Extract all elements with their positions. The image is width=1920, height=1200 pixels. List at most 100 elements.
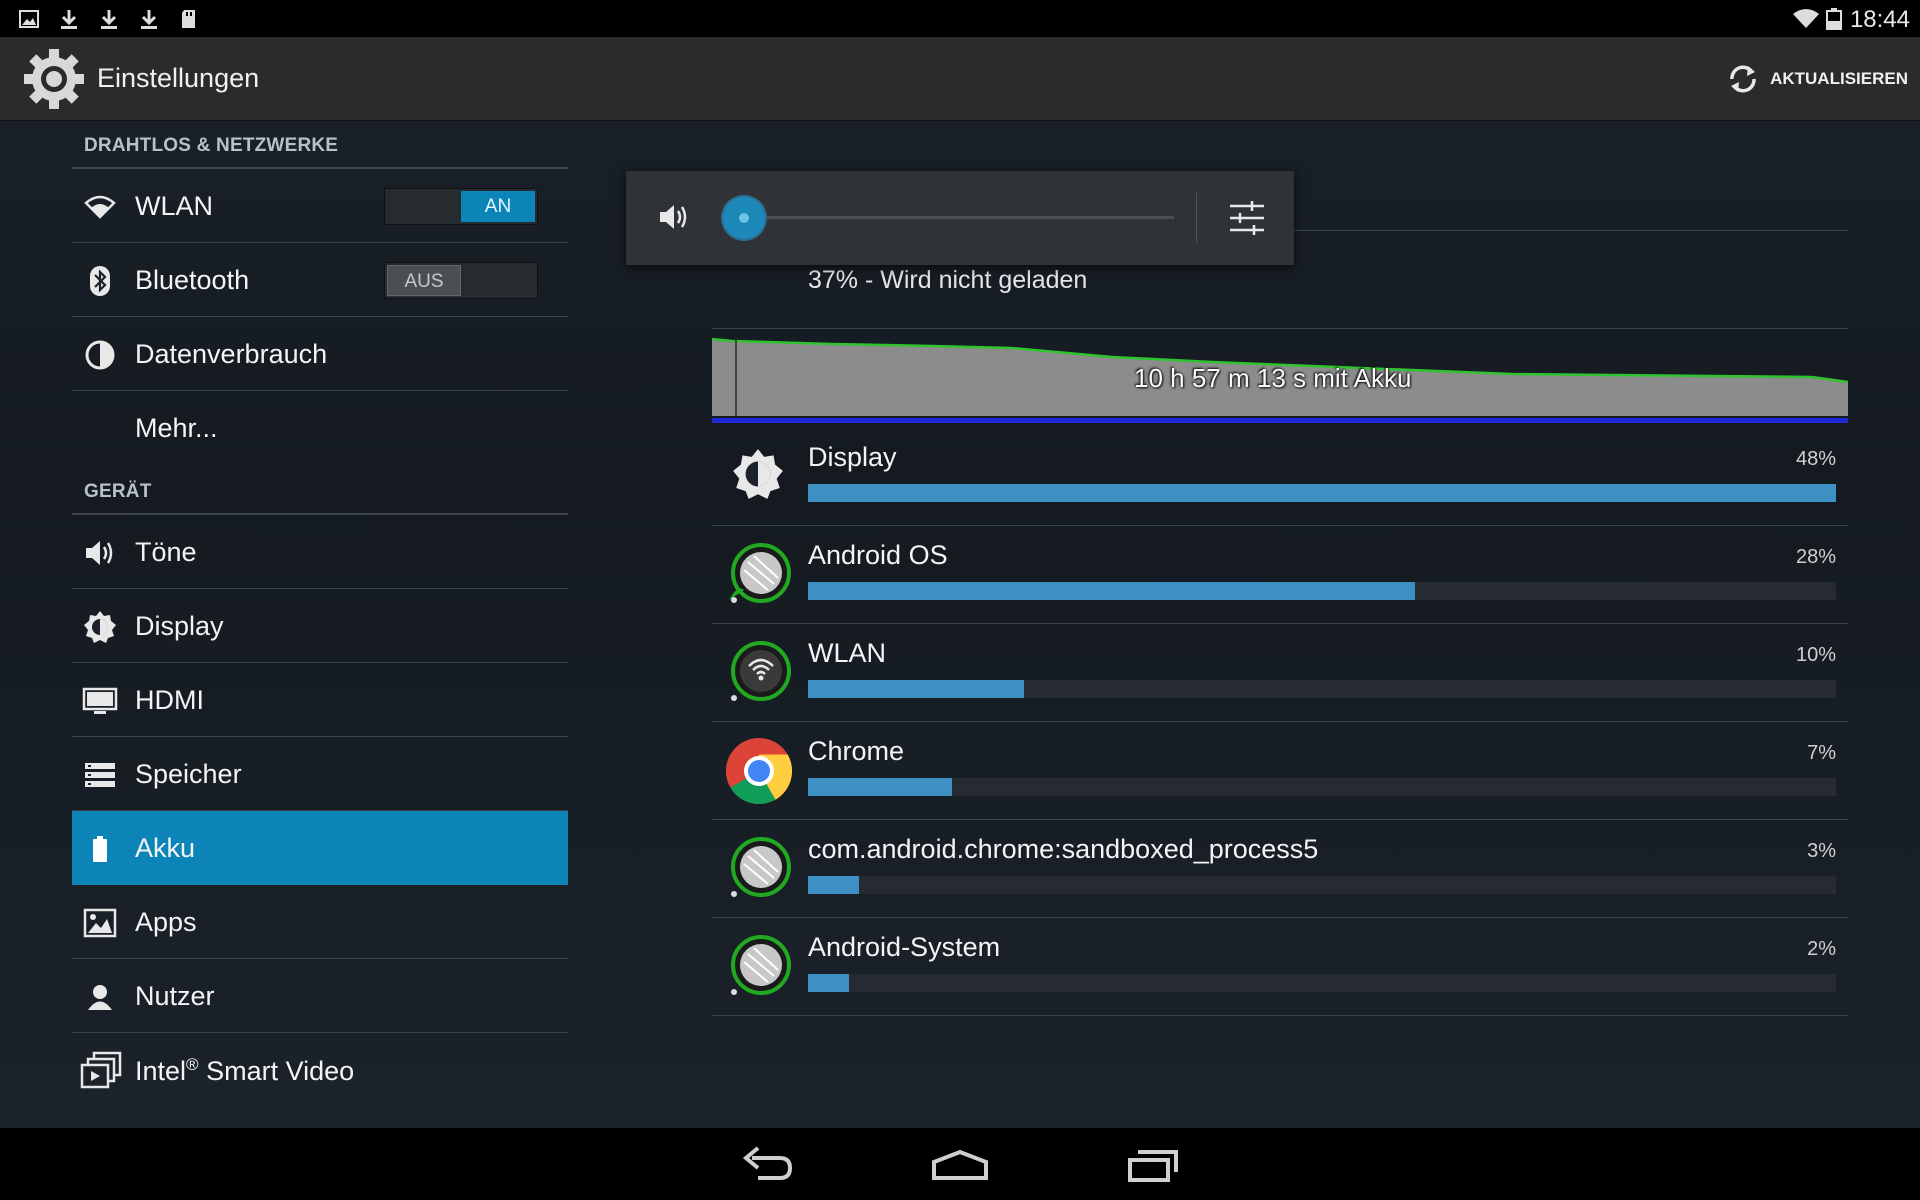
volume-divider (1196, 193, 1197, 243)
sidebar-item-display[interactable]: Display (72, 589, 568, 663)
wlan-app-icon (731, 641, 791, 701)
recent-apps-icon[interactable] (1124, 1140, 1184, 1188)
storage-icon (85, 763, 115, 787)
section-header-device: GERÄT (84, 481, 152, 502)
sidebar-item-apps[interactable]: Apps (72, 885, 568, 959)
toggle-state: AUS (387, 265, 461, 296)
sd-card-icon (182, 10, 195, 28)
sidebar-item-storage[interactable]: Speicher (72, 737, 568, 811)
usage-row-wlan[interactable]: WLAN 10% (712, 624, 1848, 722)
home-icon[interactable] (930, 1140, 990, 1188)
usage-row-android-system[interactable]: Android-System 2% (712, 918, 1848, 1016)
speaker-icon[interactable] (656, 199, 692, 235)
usage-bar (808, 680, 1024, 698)
brightness-icon (84, 611, 116, 643)
usage-bar-track (808, 582, 1836, 600)
section-header-wireless: DRAHTLOS & NETZWERKE (84, 135, 339, 156)
usage-bar-track (808, 484, 1836, 502)
sidebar-item-label: Mehr... (135, 413, 218, 443)
refresh-button[interactable]: AKTUALISIEREN (1724, 59, 1908, 99)
sidebar-item-bluetooth[interactable]: Bluetooth AUS (72, 243, 568, 317)
volume-slider-thumb[interactable] (723, 197, 765, 239)
data-usage-icon (85, 340, 115, 370)
usage-percent: 7% (1807, 742, 1836, 764)
sidebar-item-users[interactable]: Nutzer (72, 959, 568, 1033)
toggle-state: AN (461, 191, 535, 222)
sidebar-item-smart-video[interactable]: Intel® Smart Video (72, 1033, 568, 1107)
usage-bar-track (808, 876, 1836, 894)
android-os-icon (729, 543, 791, 603)
usage-bar-track (808, 680, 1836, 698)
usage-row-display[interactable]: Display 48% (712, 428, 1848, 526)
apps-icon (83, 908, 117, 938)
usage-name: Display (808, 442, 897, 472)
sidebar-item-hdmi[interactable]: HDMI (72, 663, 568, 737)
usage-row-sandboxed-process[interactable]: com.android.chrome:sandboxed_process5 3% (712, 820, 1848, 918)
usage-name: Chrome (808, 736, 905, 766)
battery-icon (1826, 8, 1842, 30)
usage-bar (808, 778, 952, 796)
usage-percent: 3% (1807, 840, 1836, 862)
battery-duration-label: 10 h 57 m 13 s mit Akku (1134, 363, 1412, 393)
android-os-icon (731, 935, 791, 995)
bluetooth-toggle[interactable]: AUS (384, 262, 538, 299)
usage-name: com.android.chrome:sandboxed_process5 (808, 834, 1319, 864)
sidebar-item-label: Intel® Smart Video (135, 1055, 354, 1087)
usage-bar (808, 582, 1415, 600)
registered-mark: ® (186, 1055, 199, 1074)
sidebar-item-wlan[interactable]: WLAN AN (72, 169, 568, 243)
volume-slider-track[interactable] (762, 216, 1174, 219)
smart-video-icon (80, 1051, 122, 1089)
back-icon[interactable] (738, 1140, 798, 1188)
sidebar-item-data-usage[interactable]: Datenverbrauch (72, 317, 568, 391)
usage-name: WLAN (808, 638, 887, 668)
android-os-icon (731, 837, 791, 897)
sidebar-item-label: Bluetooth (135, 265, 250, 295)
equalizer-settings-icon[interactable] (1226, 197, 1268, 239)
sidebar-item-more[interactable]: Mehr... (72, 391, 568, 465)
usage-percent: 28% (1795, 546, 1836, 568)
speaker-icon (86, 541, 113, 565)
refresh-icon (1730, 65, 1756, 93)
sidebar-item-battery[interactable]: Akku (72, 811, 568, 885)
refresh-label: AKTUALISIEREN (1770, 69, 1908, 88)
action-bar: Einstellungen AKTUALISIEREN (0, 37, 1920, 121)
usage-percent: 48% (1795, 448, 1836, 470)
sidebar-item-label: Display (135, 611, 224, 641)
battery-status: 37% - Wird nicht geladen (808, 266, 1088, 294)
usage-bar (808, 876, 860, 894)
usage-name: Android OS (808, 540, 948, 570)
chrome-icon (725, 738, 793, 805)
user-icon (88, 985, 112, 1010)
bluetooth-icon (90, 266, 110, 296)
brightness-icon (733, 449, 783, 499)
usage-row-chrome[interactable]: Chrome 7% (712, 722, 1848, 820)
wlan-toggle[interactable]: AN (384, 188, 538, 225)
download-icon (61, 10, 77, 29)
settings-gear-icon[interactable] (20, 45, 88, 113)
usage-row-android-os[interactable]: Android OS 28% (712, 526, 1848, 624)
usage-name: Android-System (808, 932, 1001, 962)
clock: 18:44 (1849, 6, 1910, 33)
sidebar-item-label: Nutzer (135, 981, 215, 1011)
sidebar-item-label: Töne (135, 537, 197, 567)
usage-percent: 10% (1795, 644, 1836, 666)
download-icon (141, 10, 157, 29)
sidebar-item-sound[interactable]: Töne (72, 515, 568, 589)
download-icon (101, 10, 117, 29)
sidebar-item-label: Akku (135, 833, 196, 863)
navigation-bar (0, 1128, 1920, 1200)
image-notification-icon (19, 10, 39, 28)
status-bar: 18:44 (0, 0, 1920, 37)
battery-icon (93, 836, 107, 862)
page-title: Einstellungen (97, 63, 260, 93)
divider (712, 328, 1848, 329)
sidebar-item-label: Datenverbrauch (135, 339, 328, 369)
label-suffix: Smart Video (198, 1056, 355, 1086)
sidebar-item-label: Speicher (135, 759, 242, 789)
sidebar-item-label: Apps (135, 907, 197, 937)
sidebar-item-label: WLAN (135, 191, 214, 221)
label-text: Intel (135, 1056, 187, 1086)
usage-percent: 2% (1807, 938, 1836, 960)
usage-bar (808, 484, 1836, 502)
